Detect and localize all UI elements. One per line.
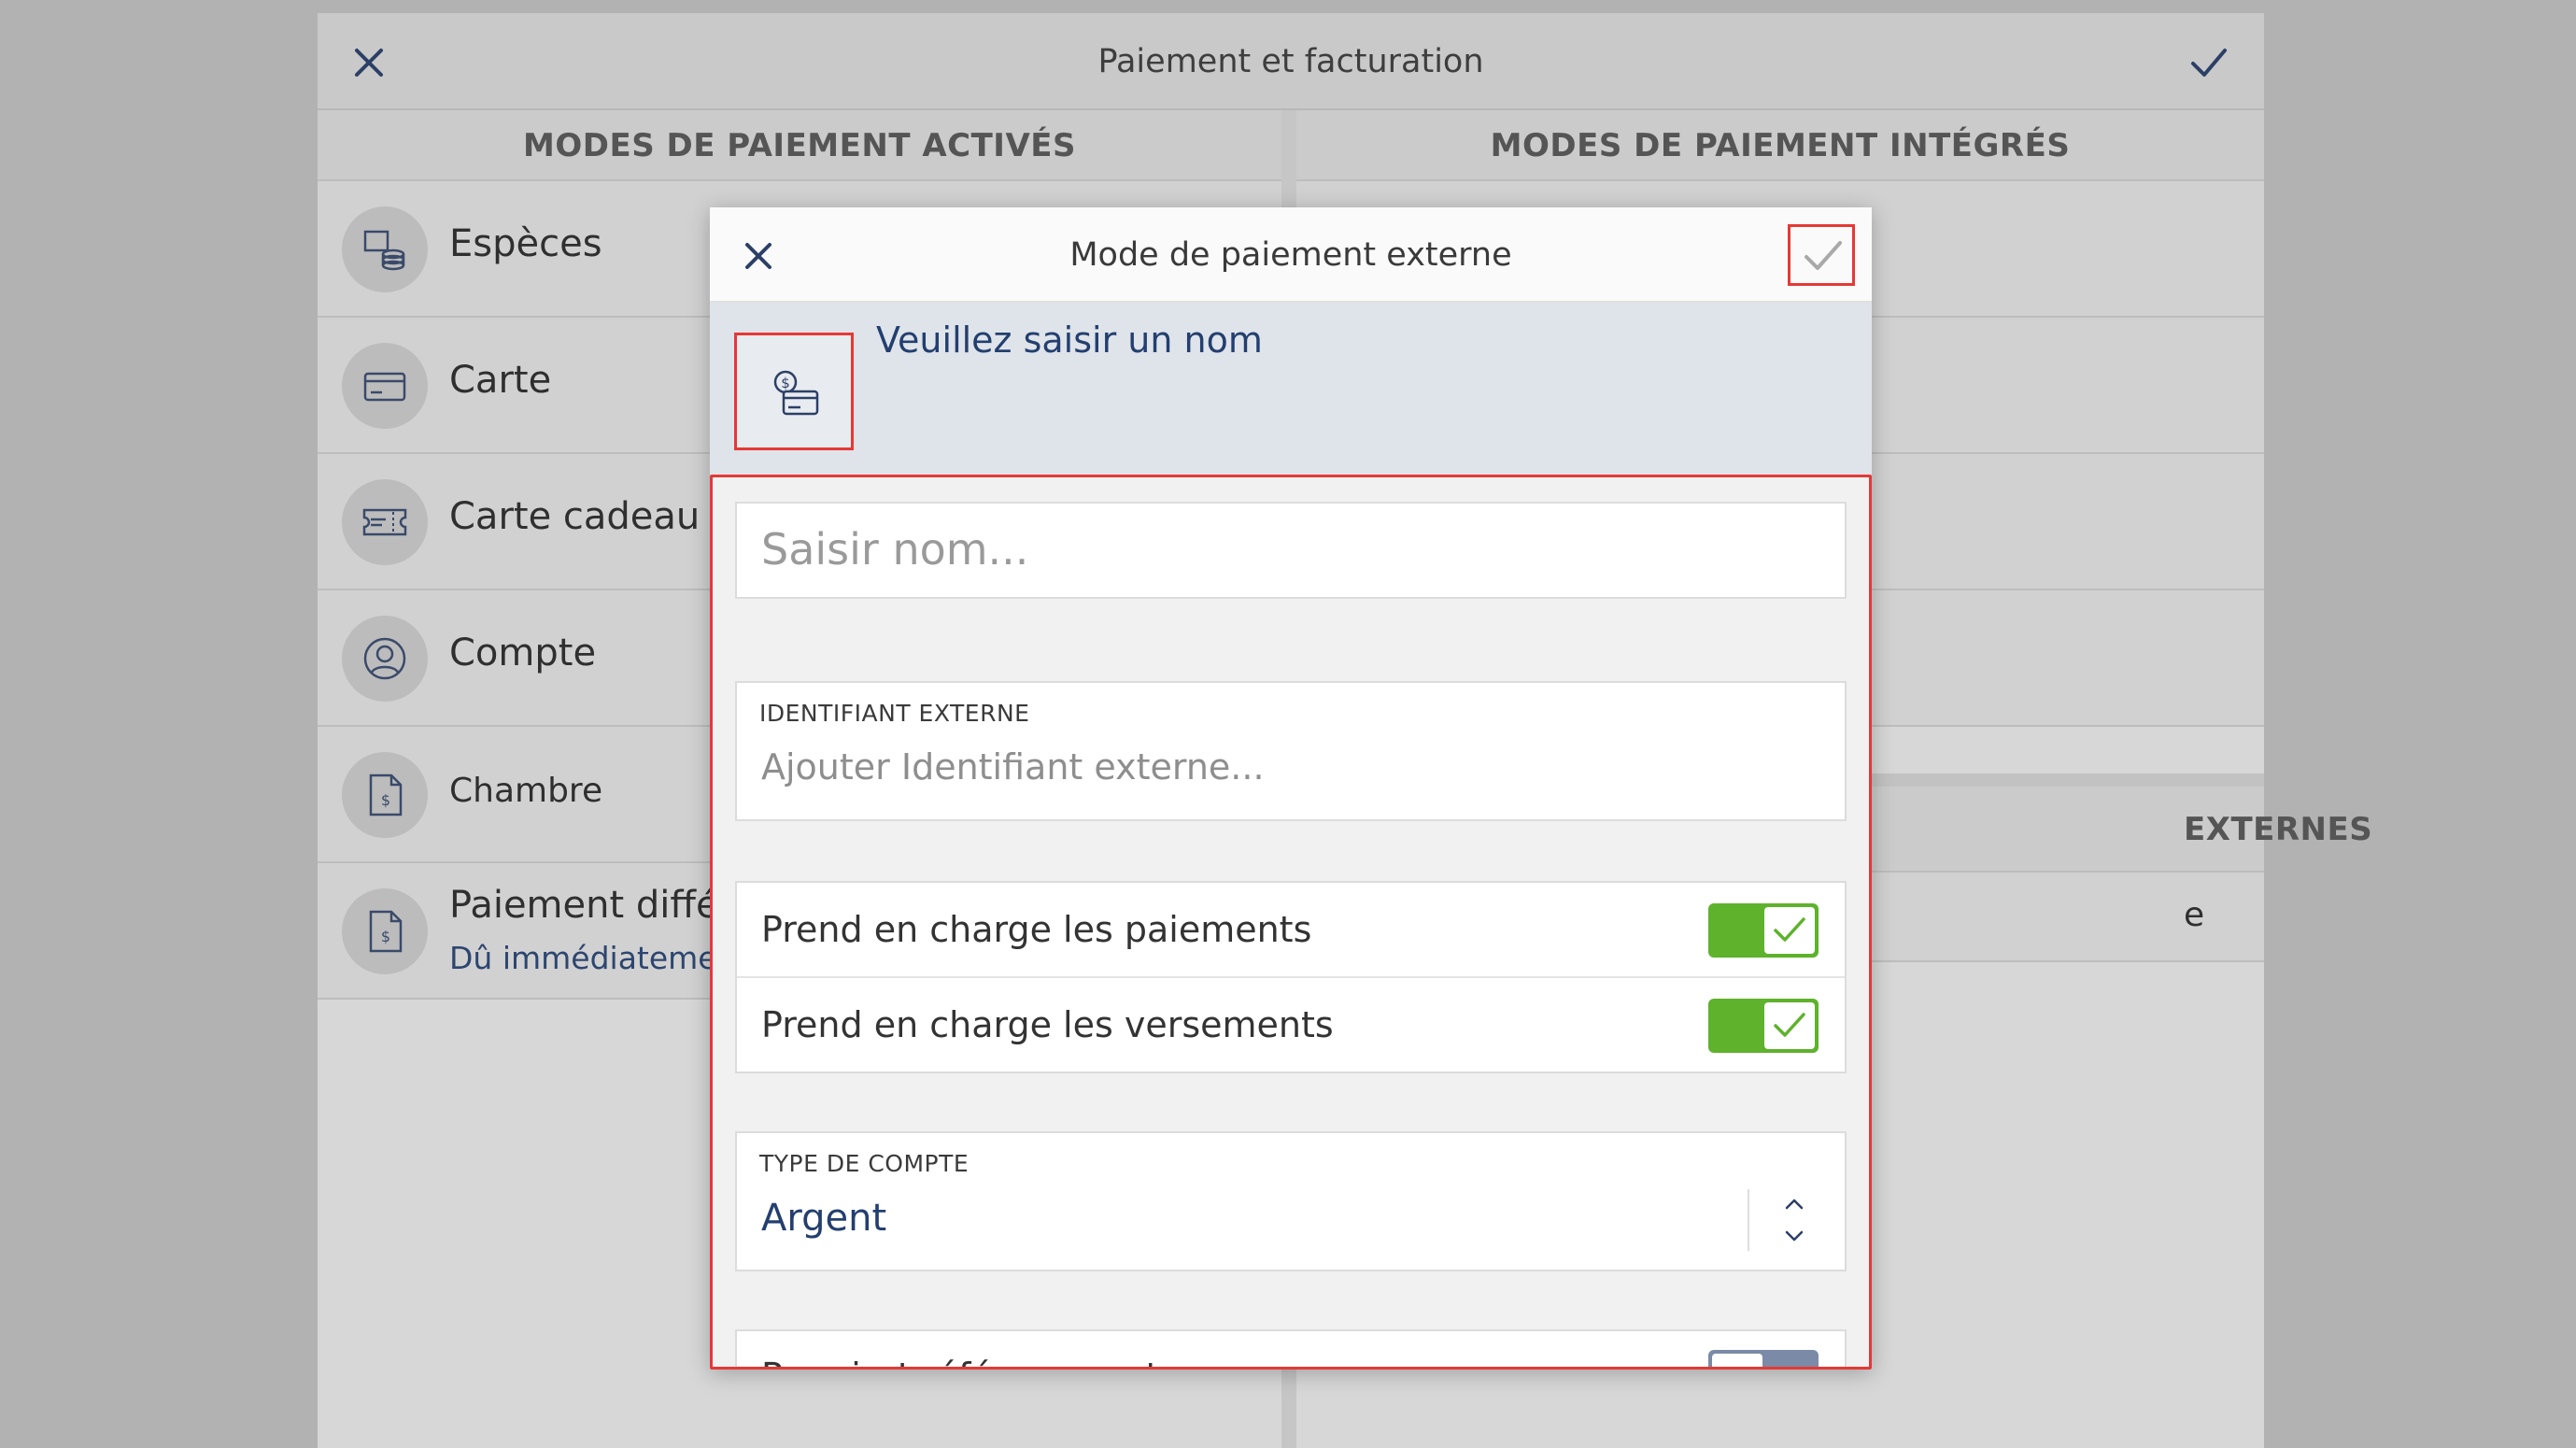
checkmark-icon[interactable] bbox=[2189, 43, 2229, 82]
payments-toggle[interactable] bbox=[1708, 903, 1819, 958]
user-account-icon bbox=[342, 616, 428, 702]
list-item-label: Carte cadeau bbox=[449, 495, 701, 538]
external-reference-toggle[interactable] bbox=[1708, 1350, 1819, 1370]
section-title-integrated-methods: MODES DE PAIEMENT INTÉGRÉS bbox=[1296, 110, 2264, 181]
toggle-row-external-reference: Requiert référence externe bbox=[735, 1329, 1847, 1370]
toggle-label: Prend en charge les paiements bbox=[761, 909, 1312, 950]
stepper-chevrons-icon[interactable] bbox=[1783, 1197, 1805, 1243]
app-header: Paiement et facturation bbox=[318, 13, 2264, 110]
external-id-field[interactable]: IDENTIFIANT EXTERNE Ajouter Identifiant … bbox=[735, 681, 1847, 821]
modal-header: Mode de paiement externe bbox=[710, 207, 1872, 303]
toggle-row-payouts: Prend en charge les versements bbox=[737, 978, 1845, 1073]
divider bbox=[1748, 1189, 1749, 1251]
checkmark-icon bbox=[1805, 241, 1842, 270]
payouts-toggle[interactable] bbox=[1708, 999, 1819, 1053]
name-prompt: Veuillez saisir un nom bbox=[876, 319, 1263, 361]
external-payment-modal: Mode de paiement externe $ Veuillez sais… bbox=[710, 207, 1872, 1370]
room-document-icon: $ bbox=[342, 752, 428, 838]
gift-card-icon bbox=[342, 479, 428, 565]
checkmark-icon bbox=[1774, 917, 1805, 942]
name-placeholder: Saisir nom... bbox=[761, 524, 1029, 575]
toggle-label: Requiert référence externe bbox=[761, 1356, 1239, 1367]
credit-card-icon bbox=[342, 343, 428, 429]
toggle-label: Prend en charge les versements bbox=[761, 1004, 1334, 1045]
name-input[interactable]: Saisir nom... bbox=[735, 502, 1847, 599]
toggle-group: Prend en charge les paiements Prend en c… bbox=[735, 881, 1847, 1073]
section-title-enabled-methods: MODES DE PAIEMENT ACTIVÉS bbox=[318, 110, 1281, 181]
external-id-placeholder: Ajouter Identifiant externe... bbox=[761, 746, 1265, 788]
confirm-button[interactable] bbox=[1788, 224, 1855, 286]
close-icon bbox=[1720, 1361, 1754, 1370]
list-item-label: Espèces bbox=[449, 222, 602, 265]
list-item-label: Compte bbox=[449, 632, 597, 674]
form-area: Saisir nom... IDENTIFIANT EXTERNE Ajoute… bbox=[710, 475, 1872, 1370]
svg-text:$: $ bbox=[381, 928, 390, 945]
cash-coins-icon bbox=[342, 206, 428, 292]
field-label: IDENTIFIANT EXTERNE bbox=[759, 700, 1030, 727]
checkmark-icon bbox=[1774, 1013, 1805, 1037]
deferred-document-icon: $ bbox=[342, 888, 428, 974]
list-item-label: Chambre bbox=[449, 772, 603, 810]
payment-icon-picker[interactable]: $ bbox=[734, 333, 854, 450]
modal-title: Mode de paiement externe bbox=[1069, 236, 1512, 274]
toggle-row-payments: Prend en charge les paiements bbox=[737, 883, 1845, 978]
external-payment-icon: $ bbox=[773, 370, 819, 416]
account-type-value: Argent bbox=[761, 1197, 887, 1240]
list-item-label: Carte bbox=[449, 359, 552, 402]
field-label: TYPE DE COMPTE bbox=[759, 1150, 970, 1177]
list-item-sublabel: Dû immédiatement bbox=[449, 940, 749, 976]
page-title: Paiement et facturation bbox=[1097, 43, 1484, 80]
svg-text:$: $ bbox=[781, 375, 790, 391]
svg-text:$: $ bbox=[381, 791, 390, 809]
account-type-select[interactable]: TYPE DE COMPTE Argent bbox=[735, 1131, 1847, 1271]
